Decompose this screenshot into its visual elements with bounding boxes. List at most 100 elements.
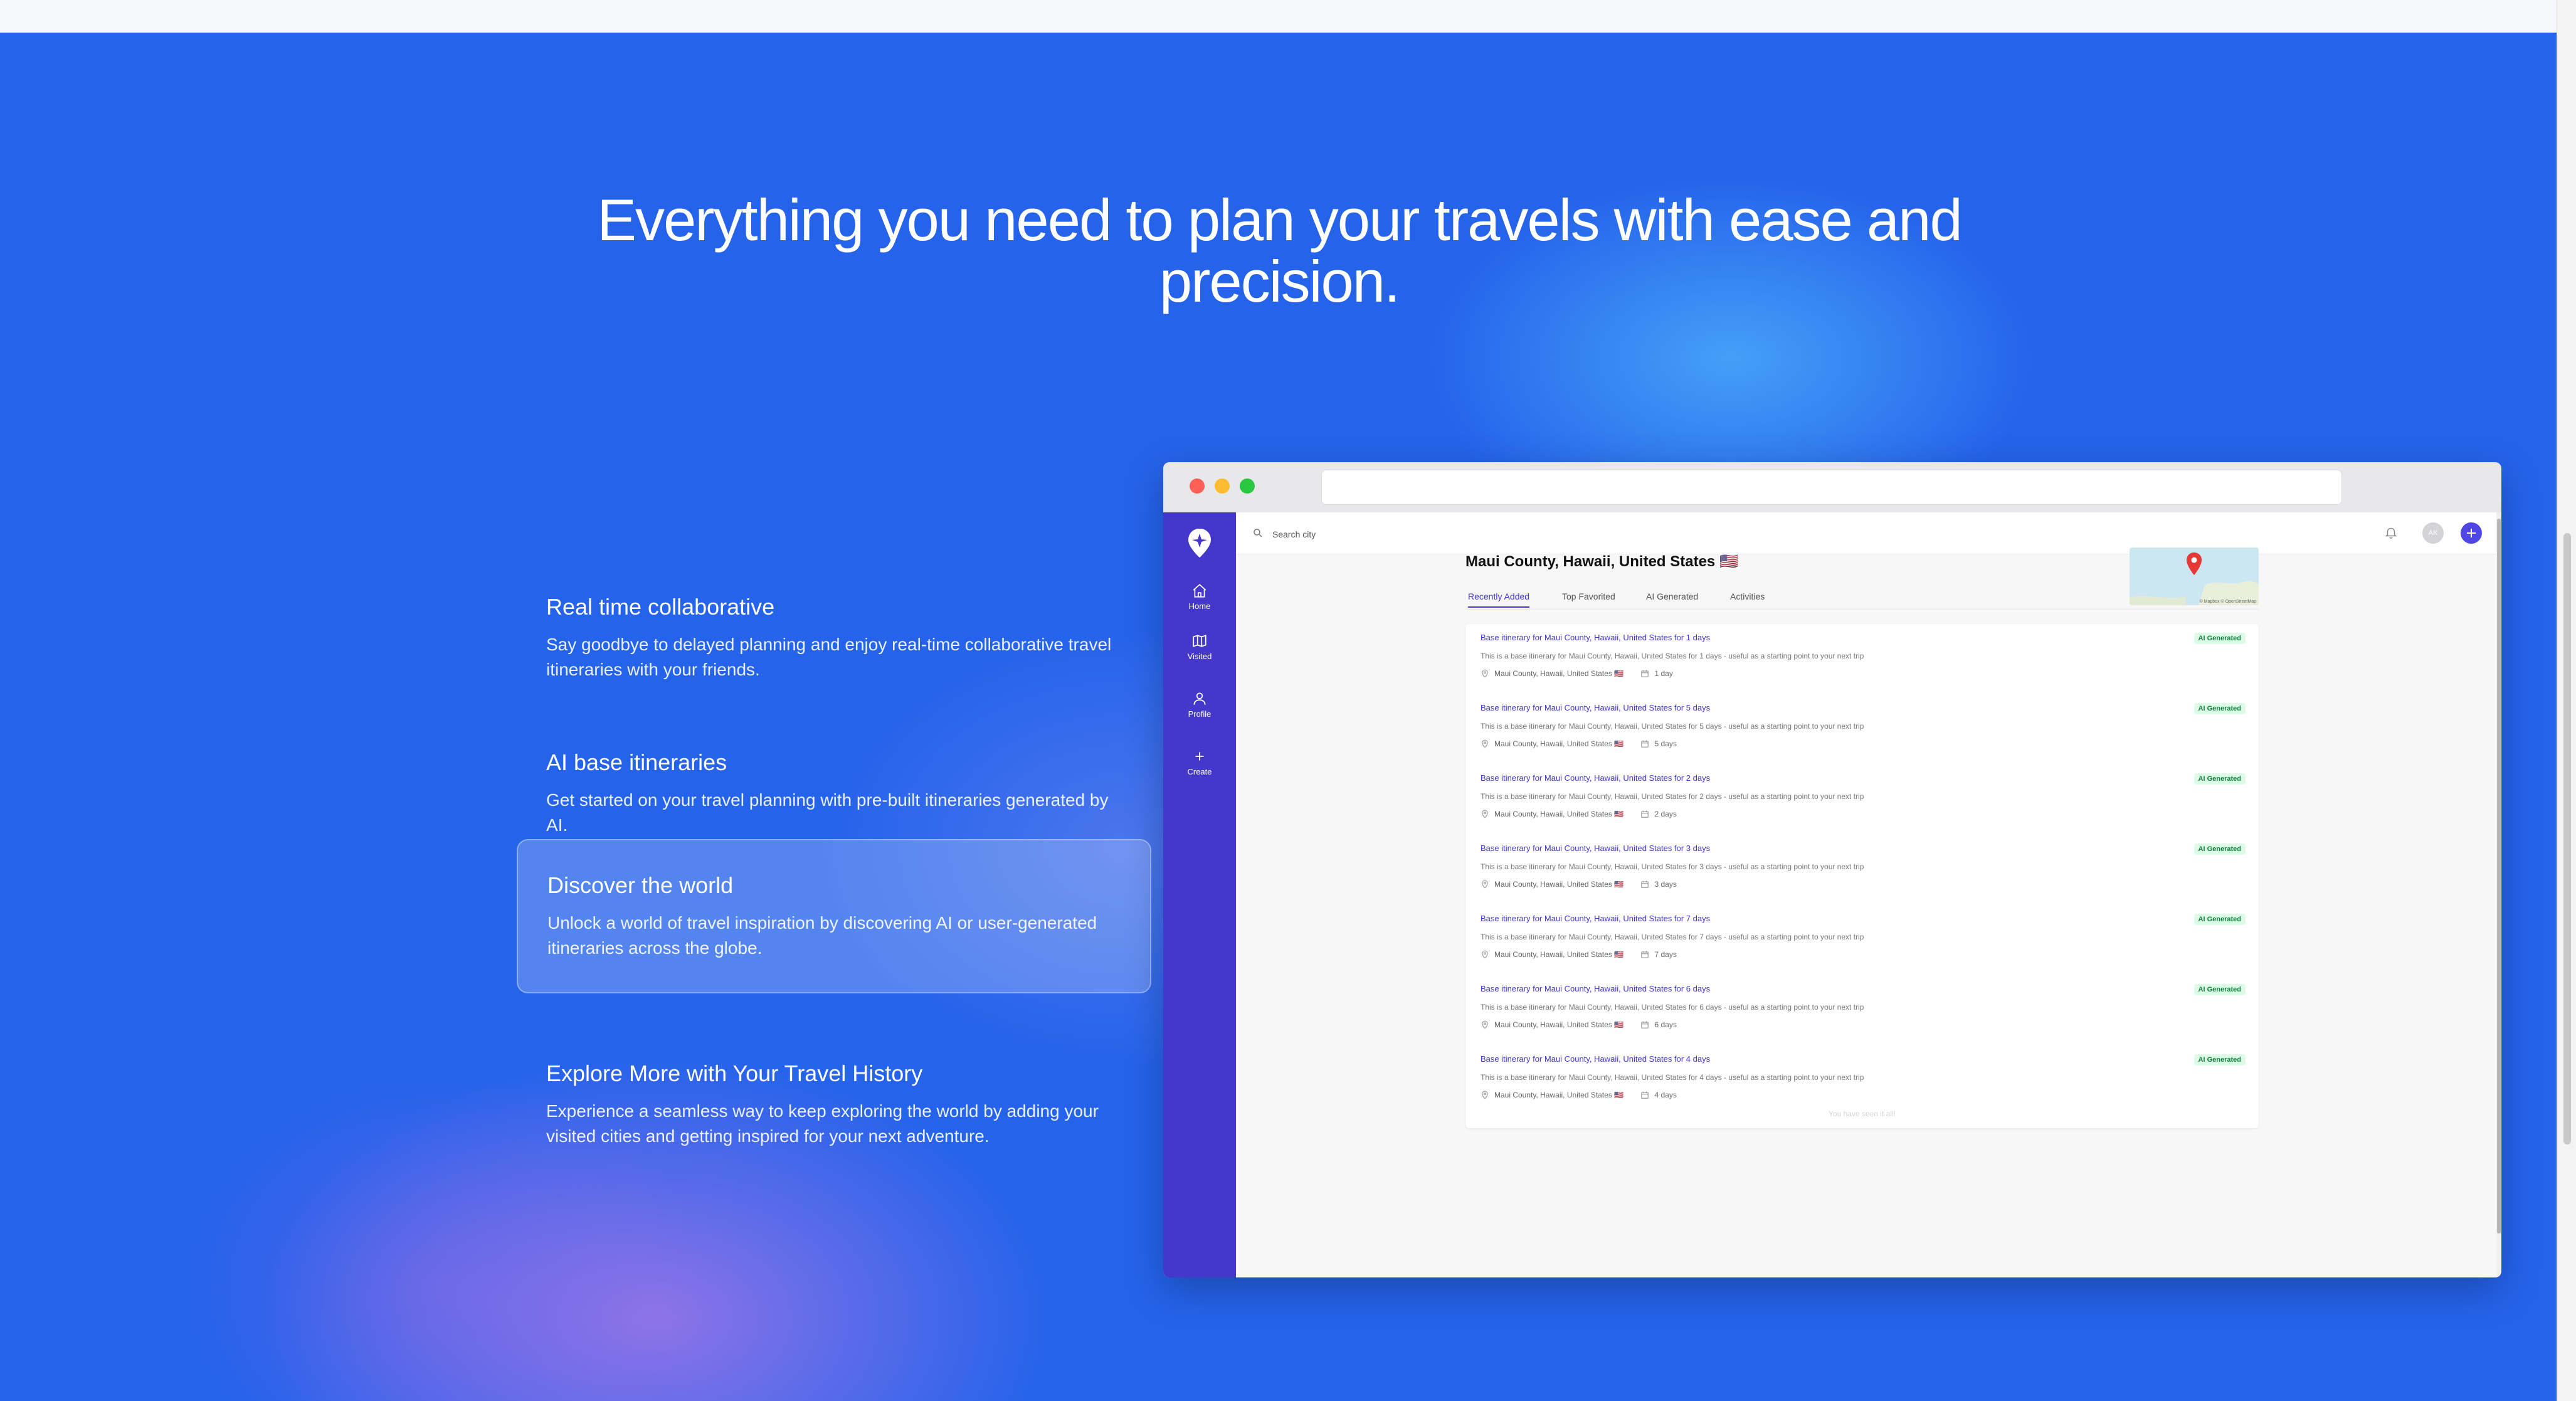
logo-pin-icon (1188, 529, 1211, 558)
itinerary-location: Maui County, Hawaii, United States 🇺🇸 (1494, 880, 1624, 889)
itinerary-title[interactable]: Base itinerary for Maui County, Hawaii, … (1481, 1054, 1710, 1064)
itinerary-row[interactable]: Base itinerary for Maui County, Hawaii, … (1481, 694, 2246, 757)
feature-real-time-collaborative[interactable]: Real time collaborative Say goodbye to d… (517, 562, 1151, 716)
feature-description: Experience a seamless way to keep explor… (546, 1101, 1099, 1146)
location-pin-icon (1482, 1091, 1488, 1099)
calendar-icon (1641, 1021, 1649, 1028)
itinerary-location: Maui County, Hawaii, United States 🇺🇸 (1494, 810, 1624, 818)
itinerary-meta: Maui County, Hawaii, United States 🇺🇸 7 … (1481, 950, 1677, 959)
itinerary-description: This is a base itinerary for Maui County… (1481, 652, 1864, 660)
search-icon (1254, 529, 1262, 537)
user-icon (1193, 692, 1206, 705)
notification-bell-icon[interactable] (2384, 526, 2398, 539)
page-scrollbar[interactable] (2557, 0, 2576, 1401)
city-title: Maui County, Hawaii, United States 🇺🇸 (1465, 553, 1738, 570)
itinerary-duration: 6 days (1654, 1020, 1677, 1029)
feature-description: Say goodbye to delayed planning and enjo… (546, 635, 1112, 679)
itinerary-location: Maui County, Hawaii, United States 🇺🇸 (1494, 950, 1624, 959)
location-pin-icon (1482, 739, 1488, 748)
itinerary-title[interactable]: Base itinerary for Maui County, Hawaii, … (1481, 773, 1710, 783)
features-section: Everything you need to plan your travels… (0, 33, 2557, 1401)
map-pin-icon (2187, 552, 2202, 575)
itinerary-row[interactable]: Base itinerary for Maui County, Hawaii, … (1481, 905, 2246, 968)
app-screenshot-mockup: Home Visited Profile Create AK (1163, 462, 2501, 1277)
avatar[interactable]: AK (2422, 522, 2444, 544)
itinerary-title[interactable]: Base itinerary for Maui County, Hawaii, … (1481, 633, 1710, 642)
feature-title: AI base itineraries (546, 749, 727, 775)
sidebar-item-visited[interactable]: Visited (1163, 633, 1236, 661)
browser-chrome (1163, 462, 2501, 513)
page-scrollbar-thumb[interactable] (2563, 533, 2571, 1145)
feature-title: Discover the world (547, 872, 734, 898)
itinerary-meta: Maui County, Hawaii, United States 🇺🇸 2 … (1481, 810, 1677, 818)
app-main-area: AK Maui County, Hawaii, United States 🇺🇸 (1236, 512, 2496, 1277)
itinerary-row[interactable]: Base itinerary for Maui County, Hawaii, … (1481, 975, 2246, 1038)
tab-activities[interactable]: Activities (1730, 591, 1765, 606)
app-sidebar: Home Visited Profile Create (1163, 512, 1236, 1277)
itinerary-tabs: Recently Added Top Favorited AI Generate… (1465, 586, 2259, 610)
sidebar-item-create[interactable]: Create (1163, 748, 1236, 776)
plus-icon (1195, 752, 1204, 761)
itinerary-duration: 2 days (1654, 810, 1677, 818)
itinerary-meta: Maui County, Hawaii, United States 🇺🇸 6 … (1481, 1020, 1677, 1029)
itinerary-row[interactable]: Base itinerary for Maui County, Hawaii, … (1481, 764, 2246, 827)
itinerary-duration: 4 days (1654, 1091, 1677, 1099)
itinerary-title[interactable]: Base itinerary for Maui County, Hawaii, … (1481, 703, 1710, 712)
tab-top-favorited[interactable]: Top Favorited (1562, 591, 1615, 606)
plus-icon (2467, 529, 2476, 537)
sidebar-item-label: Create (1187, 767, 1212, 776)
ai-generated-badge: AI Generated (2193, 633, 2246, 644)
itinerary-meta: Maui County, Hawaii, United States 🇺🇸 1 … (1481, 669, 1673, 678)
feature-title: Real time collaborative (546, 594, 775, 620)
ai-generated-badge: AI Generated (2193, 773, 2246, 785)
itinerary-duration: 1 day (1654, 669, 1673, 678)
itinerary-location: Maui County, Hawaii, United States 🇺🇸 (1494, 1020, 1624, 1029)
itinerary-row[interactable]: Base itinerary for Maui County, Hawaii, … (1481, 835, 2246, 897)
calendar-icon (1641, 1091, 1649, 1099)
sidebar-item-label: Visited (1187, 652, 1212, 661)
location-pin-icon (1482, 1020, 1488, 1029)
location-pin-icon (1482, 950, 1488, 959)
tab-ai-generated[interactable]: AI Generated (1646, 591, 1698, 606)
sidebar-item-home[interactable]: Home (1163, 583, 1236, 611)
search-city-input[interactable] (1271, 526, 1524, 542)
ai-generated-badge: AI Generated (2193, 984, 2246, 995)
end-of-list-note: You have seen it all! (1829, 1109, 1896, 1118)
itinerary-title[interactable]: Base itinerary for Maui County, Hawaii, … (1481, 843, 1710, 853)
itinerary-row[interactable]: Base itinerary for Maui County, Hawaii, … (1481, 624, 2246, 687)
app-header: AK (1236, 512, 2496, 554)
feature-travel-history[interactable]: Explore More with Your Travel History Ex… (517, 1028, 1151, 1183)
browser-url-bar (1321, 470, 2342, 505)
itinerary-title[interactable]: Base itinerary for Maui County, Hawaii, … (1481, 984, 1710, 993)
calendar-icon (1641, 740, 1649, 748)
ai-generated-badge: AI Generated (2193, 1054, 2246, 1065)
itinerary-title[interactable]: Base itinerary for Maui County, Hawaii, … (1481, 914, 1710, 923)
itinerary-description: This is a base itinerary for Maui County… (1481, 1003, 1864, 1012)
feature-discover-the-world[interactable]: Discover the world Unlock a world of tra… (517, 839, 1151, 993)
top-nav-bar (0, 0, 2576, 33)
sidebar-item-profile[interactable]: Profile (1163, 690, 1236, 719)
window-close-dot (1190, 478, 1205, 494)
itinerary-row[interactable]: Base itinerary for Maui County, Hawaii, … (1481, 1045, 2246, 1108)
itinerary-duration: 5 days (1654, 739, 1677, 748)
location-pin-icon (1482, 669, 1488, 678)
ai-generated-badge: AI Generated (2193, 843, 2246, 855)
itinerary-location: Maui County, Hawaii, United States 🇺🇸 (1494, 739, 1624, 748)
itinerary-location: Maui County, Hawaii, United States 🇺🇸 (1494, 1091, 1624, 1099)
calendar-icon (1641, 951, 1649, 958)
itinerary-description: This is a base itinerary for Maui County… (1481, 792, 1864, 801)
avatar-initials: AK (2428, 529, 2438, 537)
tab-recently-added[interactable]: Recently Added (1468, 591, 1530, 608)
window-maximize-dot (1240, 478, 1255, 494)
create-plus-button[interactable] (2461, 522, 2482, 544)
itinerary-duration: 7 days (1654, 950, 1677, 959)
feature-description: Unlock a world of travel inspiration by … (547, 913, 1097, 958)
calendar-icon (1641, 670, 1649, 677)
ai-generated-badge: AI Generated (2193, 703, 2246, 714)
sidebar-item-label: Home (1188, 601, 1211, 611)
itinerary-location: Maui County, Hawaii, United States 🇺🇸 (1494, 669, 1624, 678)
window-minimize-dot (1215, 478, 1230, 494)
app-scrollbar[interactable] (2496, 512, 2501, 1277)
itinerary-duration: 3 days (1654, 880, 1677, 889)
app-scrollbar-thumb[interactable] (2497, 519, 2501, 1234)
